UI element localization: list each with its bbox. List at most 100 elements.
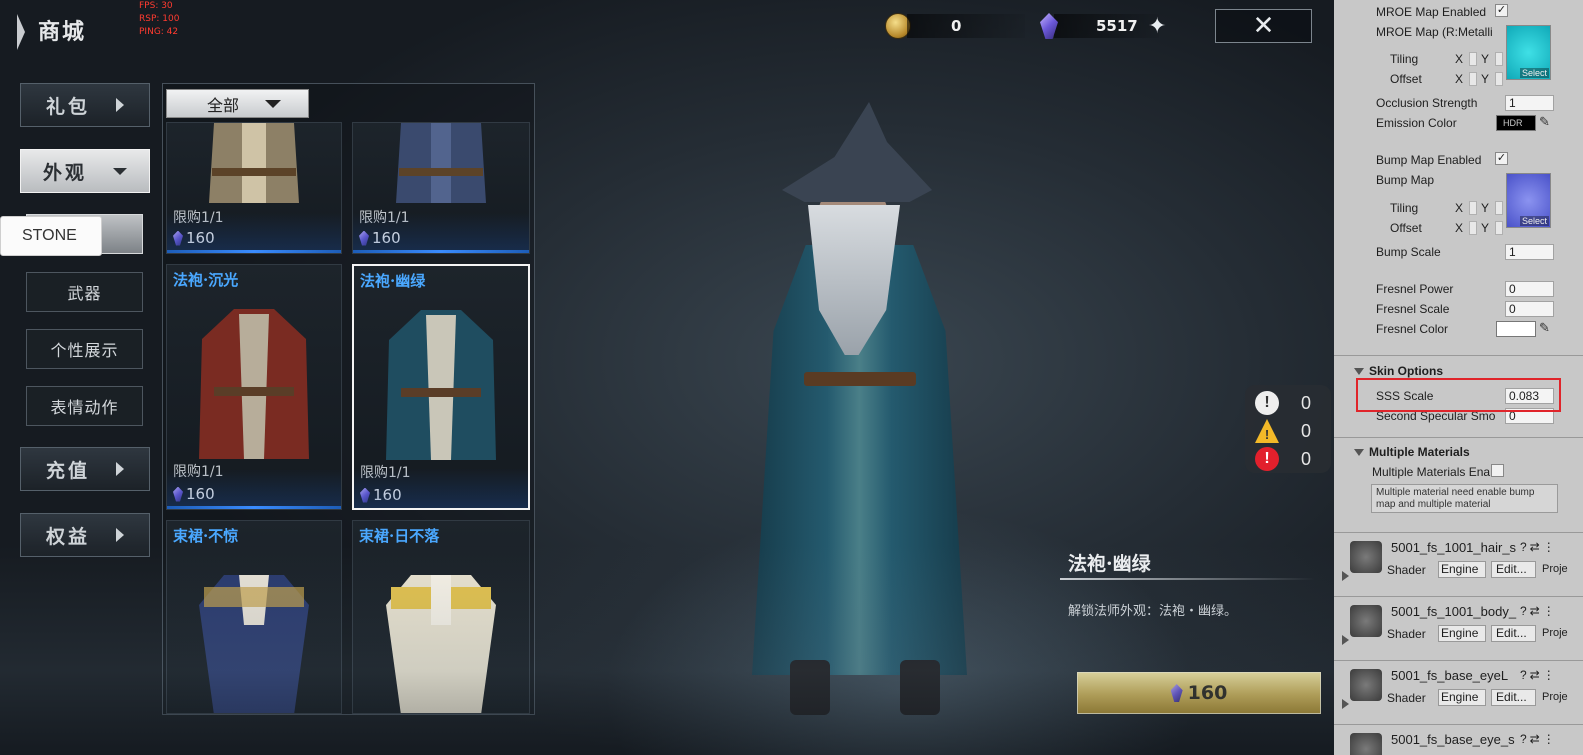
highlight-box [1356,378,1561,412]
x-label: X [1455,221,1464,235]
chevron-down-icon [265,99,282,108]
close-icon: ✕ [1252,11,1275,41]
mroe-enabled-checkbox[interactable]: ✓ [1495,4,1508,17]
material-header-icons[interactable]: ?⇄⋮ [1520,668,1558,682]
material-header-icons[interactable]: ?⇄⋮ [1520,732,1558,746]
shop-title: 商城 [38,19,87,45]
tiling-x-field[interactable] [1469,201,1477,215]
chevron-down-icon [113,167,127,175]
nav-label: 权益 [45,525,90,548]
item-card[interactable]: 束裙·不惊 [166,520,342,714]
nav-label: 礼包 [45,95,90,118]
fresnel-scale-field[interactable]: 0 [1505,301,1554,317]
edit-shader-button[interactable]: Edit... [1491,625,1536,642]
item-card[interactable]: 法袍·沉光 限购1/1 160 [166,264,342,510]
material-thumbnail [1350,669,1382,701]
nav-gift-packs[interactable]: 礼包 [20,83,150,127]
foldout-label: Multiple Materials [1369,445,1470,459]
expand-triangle-icon[interactable] [1342,699,1349,709]
chevron-right-icon [116,462,124,476]
buy-button[interactable]: 160 [1077,672,1321,714]
sub-nav-emotes[interactable]: 表情动作 [26,386,143,426]
item-card[interactable]: 束裙·日不落 [352,520,530,714]
tiling-x-field[interactable] [1469,52,1477,66]
bump-scale-field[interactable]: 1 [1505,244,1554,260]
multiple-materials-enable-label: Multiple Materials Ena [1372,465,1491,479]
mroe-texture-slot[interactable]: Select [1506,25,1551,80]
debug-stats: FPS: 30 RSP: 100 PING: 42 [139,0,179,39]
material-entry[interactable]: 5001_fs_1001_hair_s ?⇄⋮ Shader Engine Ed… [1334,532,1583,596]
shader-dropdown[interactable]: Engine [1438,625,1486,642]
nav-label: 外观 [42,161,87,184]
nav-appearance[interactable]: 外观 [20,149,150,193]
project-label: Proje [1542,627,1568,639]
edit-shader-button[interactable]: Edit... [1491,689,1536,706]
sub-nav-showcase[interactable]: 个性展示 [26,329,143,369]
multiple-materials-foldout[interactable]: Multiple Materials [1354,445,1470,459]
bump-scale-label: Bump Scale [1376,245,1441,259]
bump-enabled-checkbox[interactable]: ✓ [1495,152,1508,165]
tiling-y-field[interactable] [1495,201,1503,215]
material-thumbnail [1350,733,1382,755]
material-header-icons[interactable]: ?⇄⋮ [1520,540,1558,554]
item-grid[interactable]: 限购1/1 160 限购1/1 160 法袍·沉光 限购1/1 160 法袍·幽… [162,83,535,715]
nav-label: 充值 [45,459,90,482]
foldout-triangle-icon [1354,449,1364,457]
outfit-thumbnail [209,123,299,203]
sub-nav-weapons[interactable]: 武器 [26,272,143,312]
material-entry[interactable]: 5001_fs_1001_body_ ?⇄⋮ Shader Engine Edi… [1334,596,1583,660]
item-card-selected[interactable]: 法袍·幽绿 限购1/1 160 [352,264,530,510]
material-name: 5001_fs_1001_hair_s [1391,540,1517,555]
material-name: 5001_fs_base_eye_s [1391,732,1515,747]
item-card[interactable]: 限购1/1 160 [352,122,530,254]
eyedropper-icon[interactable]: ✎ [1539,114,1550,130]
material-header-icons[interactable]: ?⇄⋮ [1520,604,1558,618]
offset-x-field[interactable] [1469,221,1477,235]
error-icon: ! [1255,447,1279,471]
tiling-y-field[interactable] [1495,52,1503,66]
detail-title: 法袍·幽绿 [1068,553,1151,575]
multiple-materials-checkbox[interactable] [1491,464,1504,477]
expand-triangle-icon[interactable] [1342,571,1349,581]
skin-options-foldout[interactable]: Skin Options [1354,364,1443,378]
item-name: 法袍·幽绿 [360,272,426,290]
nav-benefits[interactable]: 权益 [20,513,150,557]
material-thumbnail [1350,541,1382,573]
nav-recharge[interactable]: 充值 [20,447,150,491]
filter-value: 全部 [207,95,240,115]
eyedropper-icon[interactable]: ✎ [1539,320,1550,336]
bump-map-label: Bump Map [1376,173,1435,187]
shader-dropdown[interactable]: Engine [1438,561,1486,578]
emission-color-swatch[interactable]: HDR [1496,115,1536,131]
material-entry[interactable]: 5001_fs_base_eyeL ?⇄⋮ Shader Engine Edit… [1334,660,1583,724]
fresnel-color-label: Fresnel Color [1376,322,1449,336]
occlusion-field[interactable]: 1 [1505,95,1554,111]
chevron-right-icon [116,528,124,542]
offset-label: Offset [1390,72,1422,86]
ping-readout: PING: 42 [139,27,179,37]
mroe-map-label: MROE Map (R:Metalli [1376,25,1493,39]
material-entry[interactable]: 5001_fs_base_eye_s ?⇄⋮ [1334,724,1583,755]
shader-label: Shader [1387,563,1426,577]
shader-dropdown[interactable]: Engine [1438,689,1486,706]
x-label: X [1455,72,1464,86]
offset-x-field[interactable] [1469,72,1477,86]
bump-enabled-label: Bump Map Enabled [1376,153,1482,167]
fresnel-color-swatch[interactable] [1496,321,1536,337]
shader-label: Shader [1387,627,1426,641]
category-filter-dropdown[interactable]: 全部 [166,89,309,118]
expand-triangle-icon[interactable] [1342,635,1349,645]
offset-y-field[interactable] [1495,221,1503,235]
bump-texture-slot[interactable]: Select [1506,173,1551,228]
y-label: Y [1481,201,1490,215]
x-label: X [1455,201,1464,215]
fresnel-power-field[interactable]: 0 [1505,281,1554,297]
item-card[interactable]: 限购1/1 160 [166,122,342,254]
back-arrow-icon[interactable] [17,14,25,50]
add-currency-icon[interactable]: ✦ [1148,14,1166,39]
offset-y-field[interactable] [1495,72,1503,86]
edit-shader-button[interactable]: Edit... [1491,561,1536,578]
console-counters[interactable]: ! 0 ! 0 ! 0 [1245,385,1331,473]
close-button[interactable]: ✕ [1215,9,1312,43]
shader-label: Shader [1387,691,1426,705]
